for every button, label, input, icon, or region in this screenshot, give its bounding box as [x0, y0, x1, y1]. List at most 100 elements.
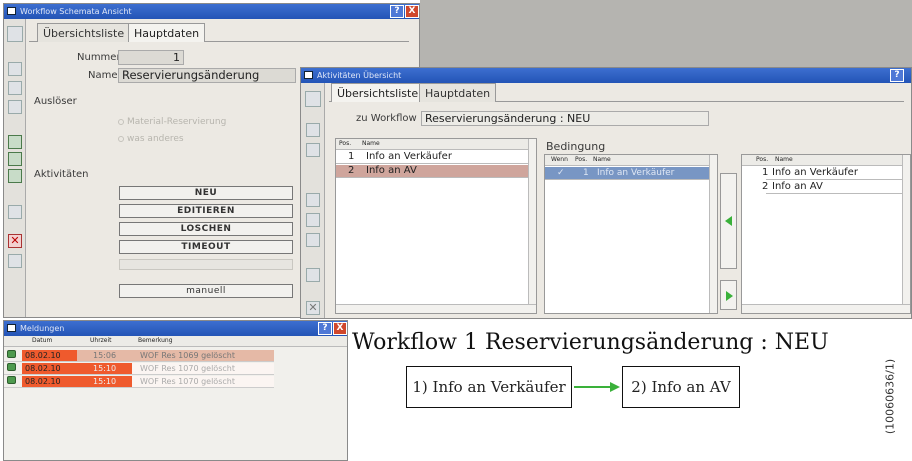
- zu-workflow-field[interactable]: Reservierungsänderung : NEU: [421, 111, 709, 126]
- editieren-button[interactable]: EDITIEREN: [119, 204, 293, 218]
- pos-header: Pos.: [339, 140, 352, 147]
- radio-material-reservierung[interactable]: Material-Reservierung: [118, 117, 226, 127]
- zu-workflow-label: zu Workflow: [356, 113, 417, 124]
- timeout-button[interactable]: TIMEOUT: [119, 240, 293, 254]
- tab-hauptdaten[interactable]: Hauptdaten: [419, 83, 497, 102]
- move-left-button[interactable]: [720, 173, 737, 269]
- horizontal-scrollbar[interactable]: [742, 304, 910, 313]
- name-cell: Info an AV: [366, 165, 417, 176]
- pos-header: Pos.: [575, 156, 588, 163]
- step-2-box: 2) Info an AV: [622, 366, 740, 408]
- window-icon: [304, 71, 313, 79]
- document-icon[interactable]: [305, 91, 321, 107]
- uhrzeit-cell: 15:10: [77, 363, 132, 374]
- move-right-button[interactable]: [720, 280, 737, 310]
- close-button[interactable]: X: [405, 5, 419, 18]
- uhrzeit-cell: 15:10: [77, 376, 132, 387]
- settings-icon[interactable]: [8, 205, 22, 219]
- help-button[interactable]: ?: [890, 69, 904, 82]
- list-header: Pos. Name: [336, 139, 536, 150]
- diagram-title: Workflow 1 Reservierungsänderung : NEU: [352, 330, 829, 355]
- help-button[interactable]: ?: [318, 322, 332, 335]
- message-icon: [7, 363, 16, 371]
- tab-uebersichtsliste[interactable]: Übersichtsliste: [331, 83, 425, 102]
- desktop-background: [420, 0, 912, 68]
- condition-row-selected[interactable]: ✓ 1 Info an Verkäufer: [545, 167, 715, 180]
- vertical-scrollbar[interactable]: [902, 155, 910, 313]
- name-cell: Info an AV: [772, 181, 823, 192]
- search-icon[interactable]: [8, 62, 22, 76]
- loeschen-button[interactable]: LOSCHEN: [119, 222, 293, 236]
- move-down-icon[interactable]: [306, 233, 320, 247]
- name-field[interactable]: Reservierungsänderung: [118, 68, 296, 83]
- grid-icon[interactable]: [306, 213, 320, 227]
- tab-uebersichtsliste[interactable]: Übersichtsliste: [37, 23, 131, 42]
- nummer-field[interactable]: 1: [118, 50, 184, 65]
- arrow-right-icon: [726, 291, 733, 301]
- radio-label: was anderes: [127, 134, 184, 144]
- step-1-box: 1) Info an Verkäufer: [406, 366, 572, 408]
- uhrzeit-cell: 15:06: [77, 350, 132, 361]
- list-item[interactable]: 1 Info an Verkäufer: [336, 151, 536, 164]
- move-up-icon[interactable]: [306, 193, 320, 207]
- activities-tabs: Übersichtsliste Hauptdaten: [329, 82, 904, 102]
- search-icon[interactable]: [306, 123, 320, 137]
- bemerkung-cell: WOF Res 1070 gelöscht: [132, 363, 274, 374]
- table-row[interactable]: 08.02.10 15:06 WOF Res 1069 gelöscht: [4, 350, 274, 362]
- arrow-left-icon: [725, 216, 732, 226]
- print-icon[interactable]: [8, 100, 22, 114]
- delete-icon[interactable]: ✕: [8, 234, 22, 248]
- workflow-window-titlebar[interactable]: Workflow Schemata Ansicht ? X: [4, 4, 419, 19]
- horizontal-scrollbar[interactable]: [336, 304, 536, 313]
- document-icon[interactable]: [7, 26, 23, 42]
- name-header: Name: [775, 156, 793, 163]
- close-button[interactable]: X: [333, 322, 347, 335]
- available-activities-list[interactable]: Pos. Name 1 Info an Verkäufer 2 Info an …: [741, 154, 911, 314]
- activities-list[interactable]: Pos. Name 1 Info an Verkäufer 2 Info an …: [335, 138, 537, 314]
- workflow-tabs: Übersichtsliste Hauptdaten: [29, 22, 409, 42]
- activities-window-titlebar[interactable]: Aktivitäten Übersicht ?: [301, 68, 911, 83]
- grid-icon[interactable]: [8, 152, 22, 166]
- datum-header: Datum: [32, 337, 53, 344]
- nummer-label: Nummer: [77, 52, 121, 63]
- pos-cell: 2: [348, 165, 355, 176]
- delete-icon[interactable]: ✕: [306, 301, 320, 315]
- list-header: Pos. Name: [742, 155, 910, 166]
- edit-icon[interactable]: [8, 254, 22, 268]
- wenn-header: Wenn: [551, 156, 568, 163]
- table-row[interactable]: 08.02.10 15:10 WOF Res 1070 gelöscht: [4, 376, 274, 388]
- radio-icon: [118, 135, 124, 142]
- aktivitaeten-label: Aktivitäten: [34, 169, 89, 180]
- name-label: Name: [88, 70, 118, 81]
- move-down-icon[interactable]: [8, 169, 22, 183]
- vertical-scrollbar[interactable]: [709, 155, 717, 313]
- activities-left-toolbar: ✕: [301, 83, 325, 318]
- list-item[interactable]: 1 Info an Verkäufer: [762, 167, 910, 180]
- messages-window-titlebar[interactable]: Meldungen ? X: [4, 321, 347, 336]
- bemerkung-header: Bemerkung: [138, 337, 173, 344]
- help-button[interactable]: ?: [390, 5, 404, 18]
- list-item[interactable]: 2 Info an AV: [762, 181, 910, 194]
- pos-header: Pos.: [756, 156, 769, 163]
- datum-cell: 08.02.10: [22, 363, 77, 374]
- radio-was-anderes[interactable]: was anderes: [118, 134, 184, 144]
- manuell-button[interactable]: manuell: [119, 284, 293, 298]
- settings-icon[interactable]: [306, 268, 320, 282]
- move-up-icon[interactable]: [8, 135, 22, 149]
- vertical-scrollbar[interactable]: [528, 139, 536, 313]
- name-cell: Info an Verkäufer: [597, 168, 675, 178]
- message-icon: [7, 350, 16, 358]
- list-item-selected[interactable]: 2 Info an AV: [336, 165, 536, 178]
- pos-cell: 2: [762, 181, 769, 192]
- list-icon[interactable]: [8, 81, 22, 95]
- neu-button[interactable]: NEU: [119, 186, 293, 200]
- activities-window: Aktivitäten Übersicht ? ✕ Übersichtslist…: [300, 67, 912, 319]
- table-row[interactable]: 08.02.10 15:10 WOF Res 1070 gelöscht: [4, 363, 274, 375]
- tab-hauptdaten[interactable]: Hauptdaten: [128, 23, 206, 42]
- empty-field: [119, 259, 293, 270]
- wenn-cell: ✓: [557, 168, 565, 178]
- condition-list[interactable]: Wenn Pos. Name ✓ 1 Info an Verkäufer: [544, 154, 718, 314]
- message-icon: [7, 376, 16, 384]
- list-icon[interactable]: [306, 143, 320, 157]
- name-cell: Info an Verkäufer: [772, 167, 858, 178]
